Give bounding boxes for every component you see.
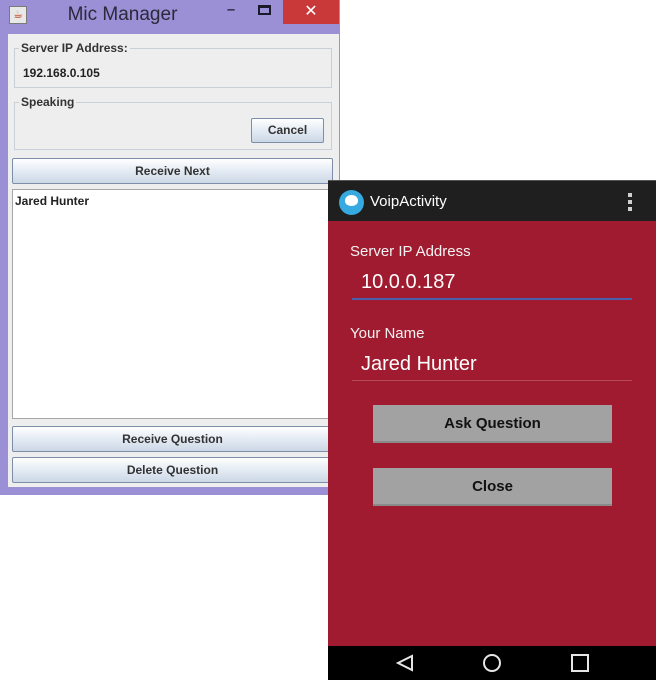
speaking-group: Speaking Cancel (14, 95, 332, 150)
app-title: VoipActivity (370, 193, 447, 210)
window-titlebar[interactable]: ☕ Mic Manager – ✕ (0, 0, 340, 33)
your-name-input[interactable]: Jared Hunter (361, 353, 477, 376)
ask-question-button[interactable]: Ask Question (373, 405, 612, 443)
cancel-button[interactable]: Cancel (251, 118, 324, 143)
home-button[interactable] (472, 646, 512, 680)
server-ip-input[interactable]: 10.0.0.187 (361, 271, 456, 294)
android-app-screen: VoipActivity Server IP Address 10.0.0.18… (328, 180, 656, 680)
window-content: Server IP Address: 192.168.0.105 Speakin… (8, 34, 339, 487)
delete-question-button[interactable]: Delete Question (12, 457, 333, 483)
maximize-button[interactable] (254, 0, 280, 24)
server-ip-label: Server IP Address (350, 243, 471, 260)
mic-manager-window: ☕ Mic Manager – ✕ Server IP Address: 192… (0, 0, 340, 495)
server-ip-value: 192.168.0.105 (23, 66, 100, 80)
close-app-button[interactable]: Close (373, 468, 612, 506)
minimize-button[interactable]: – (218, 0, 244, 24)
overflow-menu-icon[interactable] (628, 193, 632, 211)
navigation-bar (328, 646, 656, 680)
recents-button[interactable] (560, 646, 600, 680)
server-ip-group: Server IP Address: 192.168.0.105 (14, 41, 332, 88)
window-title: Mic Manager (67, 4, 178, 25)
home-circle-icon (483, 654, 501, 672)
close-button[interactable]: ✕ (283, 0, 339, 24)
your-name-underline (352, 380, 632, 381)
question-queue-list[interactable]: Jared Hunter (12, 189, 332, 419)
action-bar: VoipActivity (328, 180, 656, 221)
server-ip-underline (352, 298, 632, 300)
back-button[interactable] (384, 646, 424, 680)
receive-next-button[interactable]: Receive Next (12, 158, 333, 184)
back-triangle-icon (395, 654, 413, 672)
your-name-label: Your Name (350, 325, 425, 342)
list-item[interactable]: Jared Hunter (15, 194, 89, 208)
receive-question-button[interactable]: Receive Question (12, 426, 333, 452)
voip-app-icon (339, 190, 364, 215)
server-ip-legend: Server IP Address: (19, 41, 130, 55)
maximize-icon (258, 5, 271, 15)
recents-square-icon (571, 654, 589, 672)
speaking-legend: Speaking (19, 95, 77, 109)
